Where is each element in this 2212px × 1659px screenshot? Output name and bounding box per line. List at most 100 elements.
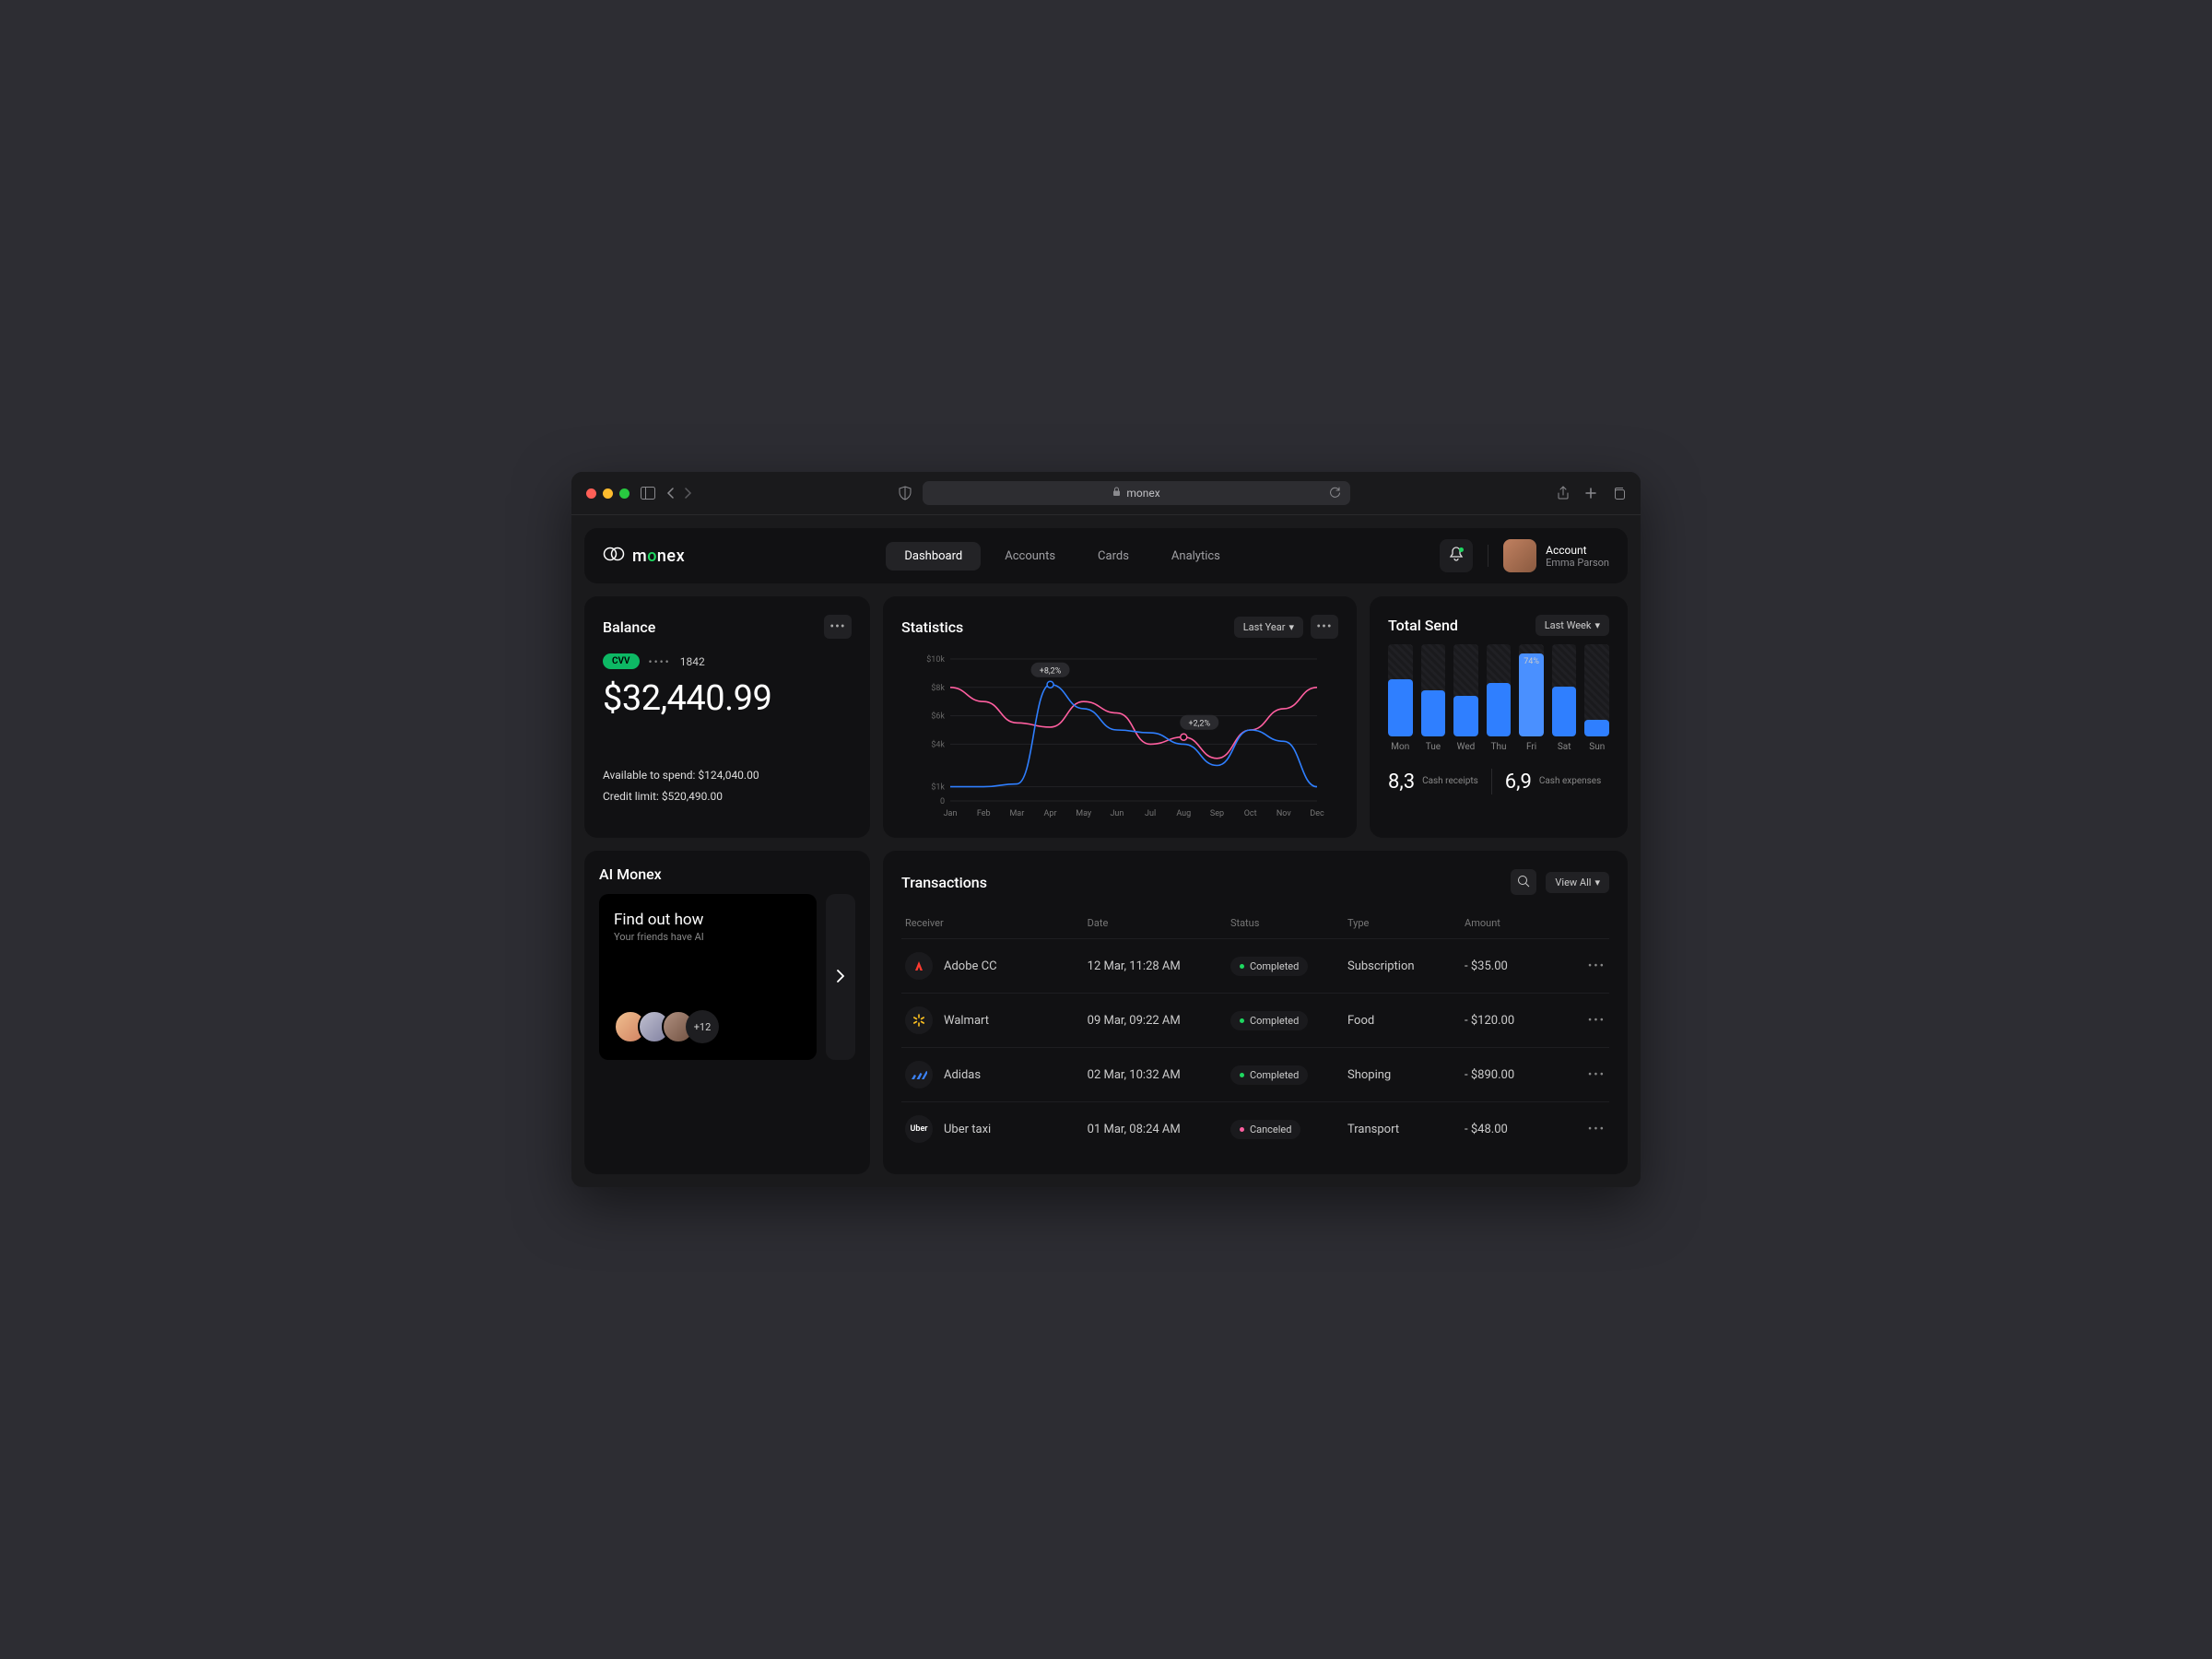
row-more-button[interactable]: ••• <box>1569 1068 1606 1082</box>
tx-amount: - $120.00 <box>1465 1014 1569 1028</box>
card-mask-icon: •••• <box>649 655 671 668</box>
status-badge: Completed <box>1230 1011 1308 1030</box>
account-label: Account <box>1546 544 1609 557</box>
bar-col: Wed <box>1453 644 1478 752</box>
new-tab-icon[interactable] <box>1584 486 1597 500</box>
status-badge: Completed <box>1230 1065 1308 1085</box>
merchant-name: Adobe CC <box>944 959 997 973</box>
ai-avatars: +12 <box>614 1010 802 1043</box>
tabs-icon[interactable] <box>1612 486 1626 500</box>
refresh-icon[interactable] <box>1329 486 1341 500</box>
browser-window: monex monex <box>571 472 1641 1187</box>
balance-amount: $32,440.99 <box>603 678 852 719</box>
chevron-down-icon: ▾ <box>1288 621 1294 633</box>
nav-dashboard[interactable]: Dashboard <box>886 542 981 571</box>
svg-text:0: 0 <box>940 797 945 806</box>
table-row[interactable]: Walmart09 Mar, 09:22 AMCompletedFood- $1… <box>901 993 1609 1047</box>
chevron-down-icon: ▾ <box>1594 877 1600 888</box>
status-badge: Canceled <box>1230 1120 1301 1139</box>
svg-text:$6k: $6k <box>931 712 945 722</box>
tx-amount: - $890.00 <box>1465 1068 1569 1082</box>
svg-text:Dec: Dec <box>1310 809 1324 818</box>
statistics-range-select[interactable]: Last Year ▾ <box>1234 617 1303 638</box>
svg-text:+8,2%: +8,2% <box>1040 667 1062 677</box>
tx-type: Transport <box>1347 1123 1465 1136</box>
row-more-button[interactable]: ••• <box>1569 1014 1606 1028</box>
avatar-overflow-count: +12 <box>686 1010 719 1043</box>
statistics-card: Statistics Last Year ▾ ••• $10k$8k$6k$4k… <box>883 596 1357 838</box>
ai-next-button[interactable] <box>826 894 855 1060</box>
merchant-icon <box>905 1061 933 1088</box>
main-nav: Dashboard Accounts Cards Analytics <box>886 542 1239 571</box>
account-menu[interactable]: Account Emma Parson <box>1503 539 1609 572</box>
nav-analytics[interactable]: Analytics <box>1153 542 1239 571</box>
window-zoom-icon[interactable] <box>619 488 629 499</box>
nav-accounts[interactable]: Accounts <box>986 542 1074 571</box>
balance-more-button[interactable]: ••• <box>824 615 852 639</box>
svg-text:Apr: Apr <box>1044 809 1057 818</box>
table-row[interactable]: UberUber taxi01 Mar, 08:24 AMCanceledTra… <box>901 1101 1609 1156</box>
transactions-view-all[interactable]: View All ▾ <box>1546 872 1609 893</box>
balance-card: Balance ••• CVV •••• 1842 $32,440.99 Ava… <box>584 596 870 838</box>
svg-text:Jan: Jan <box>944 809 958 818</box>
balance-meta: Available to spend: $124,040.00 Credit l… <box>603 765 852 807</box>
tx-type: Subscription <box>1347 959 1465 973</box>
ai-title: AI Monex <box>599 865 662 883</box>
cvv-badge: CVV <box>603 653 640 669</box>
svg-text:May: May <box>1076 809 1092 818</box>
account-name: Emma Parson <box>1546 557 1609 569</box>
svg-text:$10k: $10k <box>926 654 945 665</box>
window-close-icon[interactable] <box>586 488 596 499</box>
tx-type: Food <box>1347 1014 1465 1028</box>
svg-text:Jul: Jul <box>1145 809 1156 818</box>
svg-text:$4k: $4k <box>931 739 945 749</box>
merchant-icon <box>905 952 933 980</box>
svg-text:Sep: Sep <box>1210 809 1224 818</box>
transactions-search-button[interactable] <box>1511 869 1536 895</box>
merchant-icon <box>905 1006 933 1034</box>
transactions-card: Transactions View All ▾ <box>883 851 1628 1174</box>
svg-text:Mar: Mar <box>1009 809 1024 818</box>
merchant-name: Uber taxi <box>944 1123 991 1136</box>
chevron-right-icon <box>837 969 844 986</box>
nav-back-icon[interactable] <box>666 488 674 499</box>
row-more-button[interactable]: ••• <box>1569 1123 1606 1136</box>
total-send-range-select[interactable]: Last Week ▾ <box>1535 615 1609 636</box>
bar-col: Thu <box>1487 644 1512 752</box>
notifications-button[interactable] <box>1440 539 1473 572</box>
brand-name: monex <box>632 547 685 566</box>
statistics-chart: $10k$8k$6k$4k$1k0 JanFebMarAprMayJunJulA… <box>901 653 1338 819</box>
window-minimize-icon[interactable] <box>603 488 613 499</box>
avatar <box>1503 539 1536 572</box>
cash-receipts: 8,3 Cash receipts <box>1388 771 1478 794</box>
app-root: monex Dashboard Accounts Cards Analytics <box>571 515 1641 1187</box>
svg-text:Aug: Aug <box>1176 809 1191 818</box>
nav-cards[interactable]: Cards <box>1079 542 1147 571</box>
ai-slide-title: Find out how <box>614 911 802 929</box>
nav-forward-icon[interactable] <box>685 488 692 499</box>
lock-icon <box>1112 487 1121 500</box>
total-send-card: Total Send Last Week ▾ MonTueWedThu74%Fr… <box>1370 596 1628 838</box>
cash-expenses: 6,9 Cash expenses <box>1505 771 1602 794</box>
url-host: monex <box>1126 487 1159 500</box>
search-icon <box>1517 874 1530 891</box>
bar-col: 74%Fri <box>1519 644 1544 752</box>
tx-amount: - $35.00 <box>1465 959 1569 973</box>
bar-col: Mon <box>1388 644 1413 752</box>
total-send-title: Total Send <box>1388 617 1458 634</box>
table-row[interactable]: Adobe CC12 Mar, 11:28 AMCompletedSubscri… <box>901 938 1609 993</box>
browser-toolbar: monex <box>571 472 1641 515</box>
row-more-button[interactable]: ••• <box>1569 959 1606 973</box>
tx-date: 09 Mar, 09:22 AM <box>1088 1014 1230 1028</box>
share-icon[interactable] <box>1557 486 1570 500</box>
svg-text:$8k: $8k <box>931 683 945 693</box>
ai-slide[interactable]: Find out how Your friends have AI +12 <box>599 894 817 1060</box>
tx-date: 12 Mar, 11:28 AM <box>1088 959 1230 973</box>
brand-logo[interactable]: monex <box>603 547 685 566</box>
statistics-more-button[interactable]: ••• <box>1311 615 1338 639</box>
shield-icon[interactable] <box>899 486 912 500</box>
url-bar[interactable]: monex <box>923 481 1350 505</box>
sidebar-toggle-icon[interactable] <box>641 487 655 500</box>
table-row[interactable]: Adidas02 Mar, 10:32 AMCompletedShoping- … <box>901 1047 1609 1101</box>
brand-mark-icon <box>603 547 625 566</box>
